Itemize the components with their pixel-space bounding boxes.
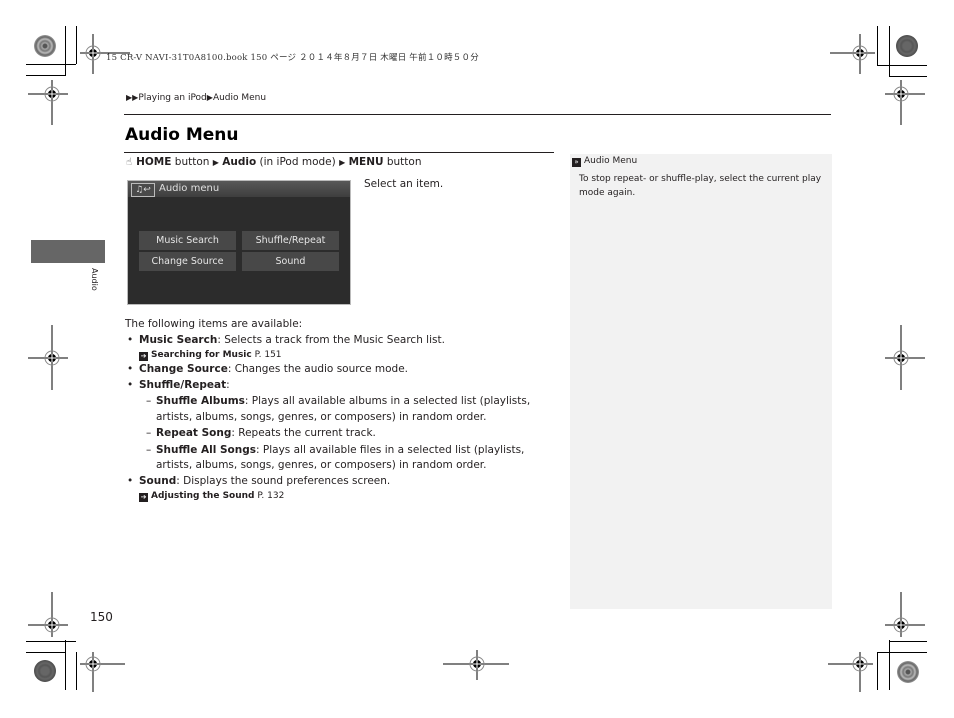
registration-target-icon (830, 34, 875, 74)
xref-label[interactable]: Searching for Music (151, 350, 252, 360)
section-tab-label: Audio (90, 268, 99, 291)
screen-title: Audio menu (159, 183, 220, 194)
title-divider (124, 152, 554, 153)
cross-reference[interactable]: ➔ Adjusting the Sound P. 132 (125, 489, 555, 503)
nav-step-text: button (171, 156, 210, 168)
breadcrumb-item[interactable]: Audio Menu (213, 93, 266, 103)
side-note-title: Audio Menu (584, 156, 638, 166)
cross-reference-icon: ➔ (139, 493, 148, 502)
nav-step-home: HOME (136, 156, 172, 168)
item-term: Music Search (139, 333, 218, 346)
item-desc: : Displays the sound preferences screen. (176, 474, 391, 487)
registration-target-icon (885, 325, 925, 390)
triangle-right-icon: ▶ (339, 158, 346, 167)
side-note: » Audio Menu To stop repeat- or shuffle-p… (570, 154, 832, 609)
item-desc: : (226, 378, 230, 391)
registration-rosette-icon (896, 35, 918, 57)
crop-mark (65, 640, 66, 690)
dash: – (146, 427, 152, 439)
item-desc: : Repeats the current track. (231, 427, 376, 439)
double-triangle-right-icon: ▶▶ (126, 93, 139, 102)
item-term: Shuffle/Repeat (139, 378, 227, 391)
nav-step-text: (in iPod mode) (256, 156, 336, 168)
dash: – (146, 443, 152, 456)
registration-target-icon (828, 652, 873, 692)
registration-target-icon (443, 650, 509, 680)
note-icon: » (572, 158, 581, 167)
change-source-button[interactable]: Change Source (139, 252, 236, 271)
select-instruction: Select an item. (364, 178, 444, 190)
list-item: Music Search: Selects a track from the M… (125, 333, 555, 349)
crop-mark (877, 652, 927, 653)
sub-list-item: – Repeat Song: Repeats the current track. (125, 426, 555, 442)
crop-mark (26, 652, 66, 653)
registration-target-icon (28, 592, 68, 637)
crop-mark (26, 641, 76, 642)
cross-reference-icon: ➔ (139, 352, 148, 361)
item-desc: : Changes the audio source mode. (227, 363, 409, 375)
crop-mark (889, 26, 890, 76)
registration-rosette-icon (897, 661, 919, 683)
crop-mark (65, 26, 66, 76)
breadcrumb-item[interactable]: Playing an iPod (138, 93, 206, 103)
side-note-header: » Audio Menu (572, 156, 637, 167)
dash: – (146, 395, 152, 407)
registration-target-icon (28, 80, 68, 125)
hand-icon: ☝ (126, 157, 133, 168)
item-term: Shuffle All Songs (156, 443, 257, 456)
list-item: Change Source: Changes the audio source … (125, 362, 555, 378)
item-desc: : Selects a track from the Music Search … (217, 333, 445, 346)
screen-header: ♫↩ Audio menu (128, 181, 350, 197)
nav-step-text: button (383, 156, 422, 168)
crop-mark (877, 652, 878, 690)
nav-step-menu: MENU (348, 156, 384, 168)
nav-step-audio: Audio (222, 156, 257, 168)
breadcrumb: ▶▶Playing an iPod▶Audio Menu (126, 93, 266, 103)
audio-menu-screen: ♫↩ Audio menu Music Search Shuffle/Repea… (127, 180, 351, 305)
shuffle-repeat-button[interactable]: Shuffle/Repeat (242, 231, 339, 250)
crop-mark (877, 65, 927, 66)
registration-target-icon (885, 80, 925, 125)
crop-mark (877, 26, 878, 66)
item-term: Change Source (139, 363, 228, 375)
item-term: Sound (139, 474, 177, 487)
page-number: 150 (90, 610, 113, 624)
registration-target-icon (80, 652, 125, 692)
item-term: Shuffle Albums (156, 395, 245, 407)
printer-slug: 15 CR-V NAVI-31T0A8100.book 150 ページ ２０１４… (106, 53, 479, 63)
items-description: The following items are available: Music… (125, 317, 555, 503)
sub-list-item: – Shuffle Albums: Plays all available alb… (125, 394, 555, 425)
crop-mark (76, 26, 77, 64)
cross-reference[interactable]: ➔ Searching for Music P. 151 (125, 348, 555, 362)
music-search-button[interactable]: Music Search (139, 231, 236, 250)
sound-button[interactable]: Sound (242, 252, 339, 271)
side-note-text: To stop repeat- or shuffle-play, select … (579, 174, 822, 198)
navigation-path: ☝ HOME button ▶ Audio (in iPod mode) ▶ ME… (126, 156, 422, 168)
crop-mark (26, 75, 66, 76)
registration-target-icon (28, 325, 68, 390)
xref-label[interactable]: Adjusting the Sound (151, 491, 255, 501)
music-back-icon: ♫↩ (131, 183, 155, 197)
triangle-right-icon: ▶ (212, 158, 219, 167)
sub-list-item: – Shuffle All Songs: Plays all available … (125, 443, 555, 474)
header-divider (124, 114, 831, 115)
registration-rosette-icon (34, 660, 56, 682)
registration-target-icon (885, 592, 925, 637)
intro-text: The following items are available: (125, 318, 303, 330)
crop-mark (889, 640, 890, 690)
crop-mark (889, 641, 927, 642)
xref-page: P. 151 (254, 350, 282, 360)
registration-rosette-icon (34, 35, 56, 57)
section-tab[interactable] (31, 240, 105, 263)
page-title: Audio Menu (125, 125, 239, 145)
crop-mark (26, 64, 76, 65)
xref-page: P. 132 (257, 491, 285, 501)
crop-mark (76, 652, 77, 690)
crop-mark (889, 76, 927, 77)
list-item: Sound: Displays the sound preferences sc… (125, 474, 555, 490)
item-term: Repeat Song (156, 427, 232, 439)
list-item: Shuffle/Repeat: (125, 378, 555, 394)
